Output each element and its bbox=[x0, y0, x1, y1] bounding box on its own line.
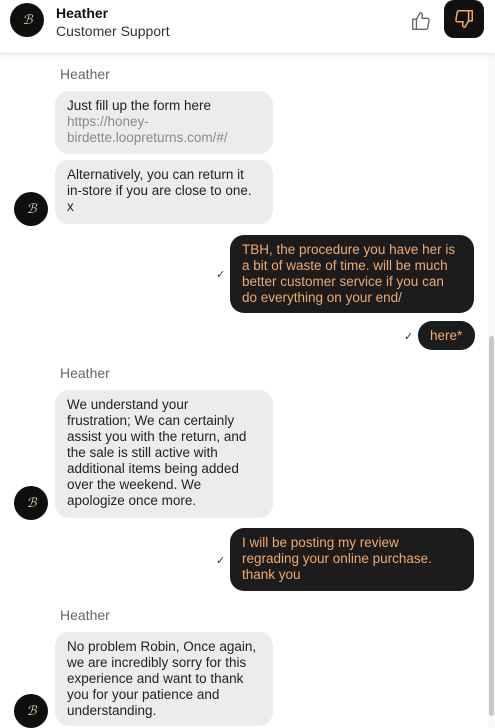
agent-role: Customer Support bbox=[56, 23, 170, 39]
thumb-down-icon bbox=[455, 10, 473, 28]
agent-avatar: ℬ bbox=[14, 192, 48, 226]
return-form-link[interactable]: https://honey- birdette.loopreturns.com/… bbox=[67, 114, 228, 145]
incoming-message: Alternatively, you can return it in-stor… bbox=[55, 160, 273, 224]
brand-logo-icon: ℬ bbox=[22, 12, 32, 28]
outgoing-message: here* bbox=[418, 321, 475, 350]
agent-avatar: ℬ bbox=[14, 694, 48, 728]
sent-check-icon: ✓ bbox=[216, 555, 226, 567]
message-text: TBH, the procedure you have her is a bit… bbox=[242, 242, 456, 305]
sender-label: Heather bbox=[60, 66, 110, 82]
incoming-message: No problem Robin, Once again, we are inc… bbox=[55, 632, 273, 726]
incoming-message: We understand your frustration; We can c… bbox=[55, 390, 273, 518]
message-text: Just fill up the form here bbox=[67, 98, 212, 113]
agent-avatar: ℬ bbox=[10, 3, 44, 37]
outgoing-message: I will be posting my review regrading yo… bbox=[230, 528, 474, 591]
sender-label: Heather bbox=[60, 607, 110, 623]
incoming-message: Just fill up the form here https://honey… bbox=[55, 91, 273, 154]
scrollbar-thumb[interactable] bbox=[489, 336, 494, 716]
agent-avatar: ℬ bbox=[14, 486, 48, 520]
sender-label: Heather bbox=[60, 365, 110, 381]
chat-header: ℬ Heather Customer Support bbox=[0, 0, 495, 54]
agent-name: Heather bbox=[56, 5, 109, 21]
sent-check-icon: ✓ bbox=[216, 269, 226, 281]
thumb-down-button[interactable] bbox=[444, 0, 484, 38]
brand-logo-icon: ℬ bbox=[26, 201, 36, 217]
thumb-up-icon bbox=[412, 12, 430, 30]
brand-logo-icon: ℬ bbox=[26, 495, 36, 511]
message-text: I will be posting my review regrading yo… bbox=[242, 535, 432, 582]
message-text: We understand your frustration; We can c… bbox=[67, 397, 247, 508]
message-text: here* bbox=[430, 328, 463, 343]
outgoing-message: TBH, the procedure you have her is a bit… bbox=[230, 235, 474, 313]
message-text: Alternatively, you can return it in-stor… bbox=[67, 167, 252, 214]
brand-logo-icon: ℬ bbox=[26, 703, 36, 719]
message-text: No problem Robin, Once again, we are inc… bbox=[67, 639, 257, 718]
thumb-up-button[interactable] bbox=[408, 8, 434, 34]
sent-check-icon: ✓ bbox=[404, 331, 414, 343]
